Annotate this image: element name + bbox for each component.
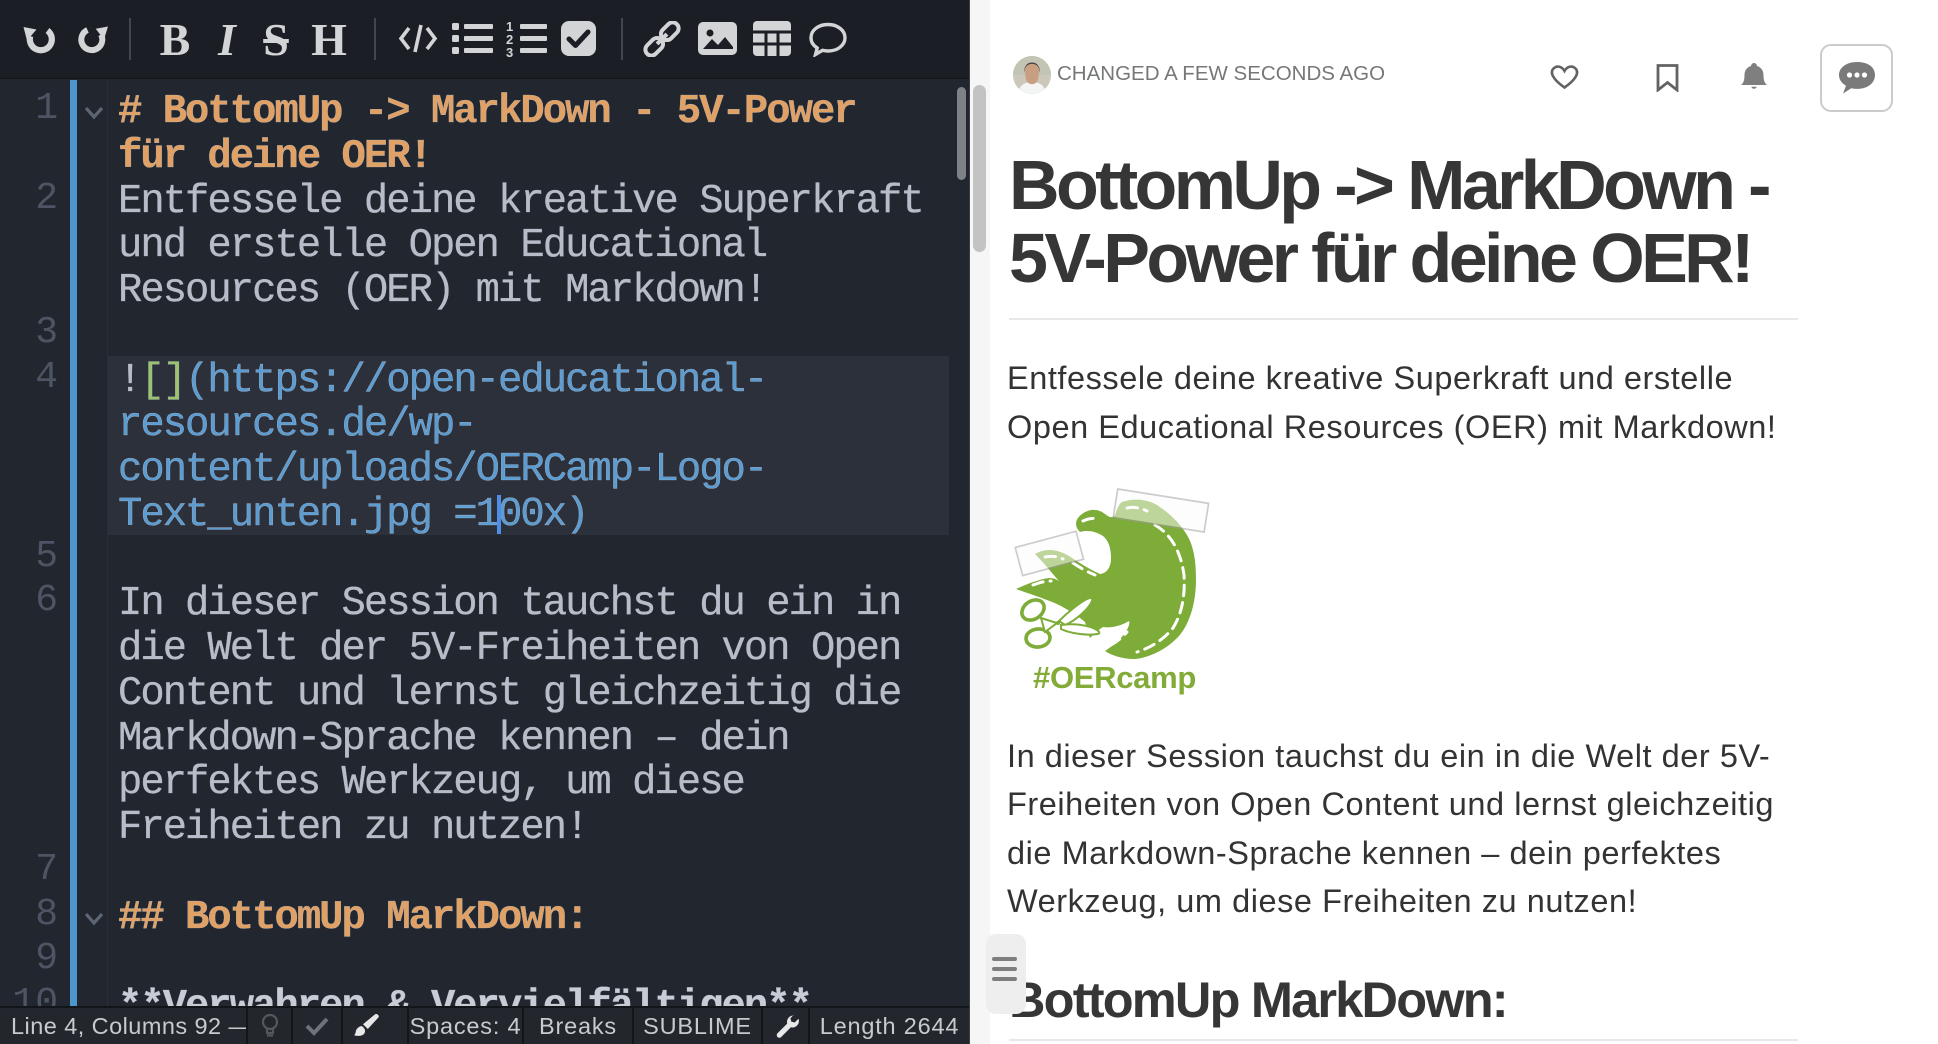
svg-text:3: 3 [506,45,513,57]
svg-text:#OERcamp: #OERcamp [1033,660,1196,695]
